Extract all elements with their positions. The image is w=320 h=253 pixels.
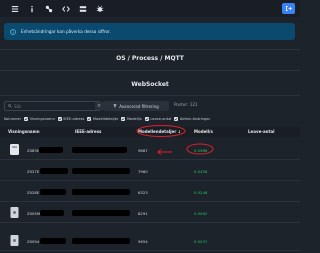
logout-icon xyxy=(286,6,292,11)
column-toggle-label: Visningsnamn xyxy=(29,116,55,121)
model-value: 6323 xyxy=(138,190,148,195)
rate-value: 0.0988 xyxy=(194,148,208,153)
checkbox[interactable] xyxy=(24,116,29,121)
check-icon xyxy=(174,117,178,120)
check-icon xyxy=(122,117,125,120)
menu-icon[interactable] xyxy=(6,2,23,16)
device-image xyxy=(8,234,21,247)
checkbox[interactable] xyxy=(57,116,62,121)
info-alert: Enhetsändringar kan påverka dessa siffro… xyxy=(4,23,295,40)
ieee-redaction xyxy=(72,189,130,195)
posts-count: Poster: 121 xyxy=(174,102,198,107)
column-toggle-label: Modelldetaljer xyxy=(92,116,119,121)
model-value: 7960 xyxy=(138,169,148,174)
alert-text: Enhetsändringar kan påverka dessa siffro… xyxy=(21,29,111,34)
divider xyxy=(0,95,300,96)
network-icon[interactable] xyxy=(74,2,91,16)
column-toggles: Kolumner Visningsnamn IEEE-adress Modell… xyxy=(4,115,210,122)
checkbox[interactable] xyxy=(121,116,126,121)
device-image xyxy=(8,143,21,156)
ieee-redaction xyxy=(72,147,127,153)
column-toggle[interactable]: Modell/s xyxy=(121,116,142,121)
filter-icon xyxy=(113,104,117,108)
header-model[interactable]: Modellendetaljer ↓ xyxy=(138,129,181,134)
divider xyxy=(0,70,300,71)
check-icon xyxy=(24,117,28,120)
ieee-redaction xyxy=(72,168,130,174)
column-toggle-label: IEEE-adress xyxy=(63,116,85,121)
rate-value: 0.0458 xyxy=(194,169,208,174)
rate-value: 0.0037 xyxy=(194,239,208,244)
ieee-redaction xyxy=(72,238,130,244)
columns-label: Kolumner xyxy=(4,116,22,121)
rate-value: 0.0246 xyxy=(194,190,208,195)
name-redaction xyxy=(40,210,64,216)
table-row[interactable]: Z027E 7960 0.0458 xyxy=(0,161,300,181)
checkbox[interactable] xyxy=(144,116,149,121)
ieee-redaction xyxy=(72,210,130,216)
header-leave[interactable]: Leave-antal xyxy=(248,129,274,134)
table-row[interactable]: Z083M 9887 0.0988 xyxy=(0,140,300,160)
name-redaction xyxy=(40,189,66,195)
bug-icon[interactable] xyxy=(91,2,108,16)
info-circle-icon xyxy=(10,28,16,35)
name-redaction xyxy=(40,168,68,174)
column-toggle[interactable]: IEEE-adress xyxy=(57,116,85,121)
device-name: Z027E xyxy=(27,169,40,174)
section-title-websocket[interactable]: WebSocket xyxy=(0,81,300,88)
search-input[interactable] xyxy=(14,102,94,110)
device-name: Z005M xyxy=(27,211,41,216)
logout-button[interactable] xyxy=(282,3,295,14)
header-rate[interactable]: Modell/s xyxy=(194,129,213,134)
column-toggle[interactable]: Admin-ändringar xyxy=(174,116,211,121)
device-name: Z0094 xyxy=(27,239,40,244)
table-row[interactable]: Z005M 8291 0.0062 xyxy=(0,203,300,223)
check-icon xyxy=(58,117,62,120)
checkbox[interactable] xyxy=(87,116,92,121)
column-toggle-label: Admin-ändringar xyxy=(179,116,211,121)
table-row[interactable]: Z028E 6323 0.0246 xyxy=(0,182,300,202)
column-toggle-label: Leave-antal xyxy=(150,116,172,121)
advanced-filter-button[interactable]: Avancerad filtrering xyxy=(103,101,169,111)
header-ieee[interactable]: IEEE-adress xyxy=(75,129,101,134)
model-value: 5654 xyxy=(138,239,148,244)
device-name: Z028E xyxy=(27,190,40,195)
divider xyxy=(0,49,300,50)
column-toggle-label: Modell/s xyxy=(126,116,142,121)
column-toggle[interactable]: Leave-antal xyxy=(144,116,172,121)
header-name[interactable]: Visningsnamn xyxy=(8,129,40,134)
name-redaction xyxy=(40,238,66,244)
search-field xyxy=(4,101,101,111)
table-row[interactable]: Z0094 5654 0.0037 xyxy=(0,231,300,251)
model-value: 8291 xyxy=(138,211,148,216)
section-title-os-process-mqtt[interactable]: OS / Process / MQTT xyxy=(0,55,300,62)
device-image xyxy=(8,206,21,219)
rate-value: 0.0062 xyxy=(194,211,208,216)
column-toggle[interactable]: Visningsnamn xyxy=(24,116,55,121)
model-value: 9887 xyxy=(138,148,148,153)
table-header: Visningsnamn IEEE-adress Modellendetalje… xyxy=(0,127,300,137)
column-toggle[interactable]: Modelldetaljer xyxy=(87,116,119,121)
clear-search-button[interactable]: × xyxy=(95,102,103,110)
devices-icon[interactable] xyxy=(40,2,57,16)
search-icon xyxy=(8,104,12,108)
advanced-filter-label: Avancerad filtrering xyxy=(119,103,159,109)
checkbox[interactable] xyxy=(174,116,179,121)
check-icon xyxy=(87,117,91,120)
code-icon[interactable] xyxy=(57,2,74,16)
top-navbar xyxy=(0,0,300,17)
info-icon[interactable] xyxy=(23,2,40,16)
check-icon xyxy=(145,117,149,120)
name-redaction xyxy=(39,147,63,153)
